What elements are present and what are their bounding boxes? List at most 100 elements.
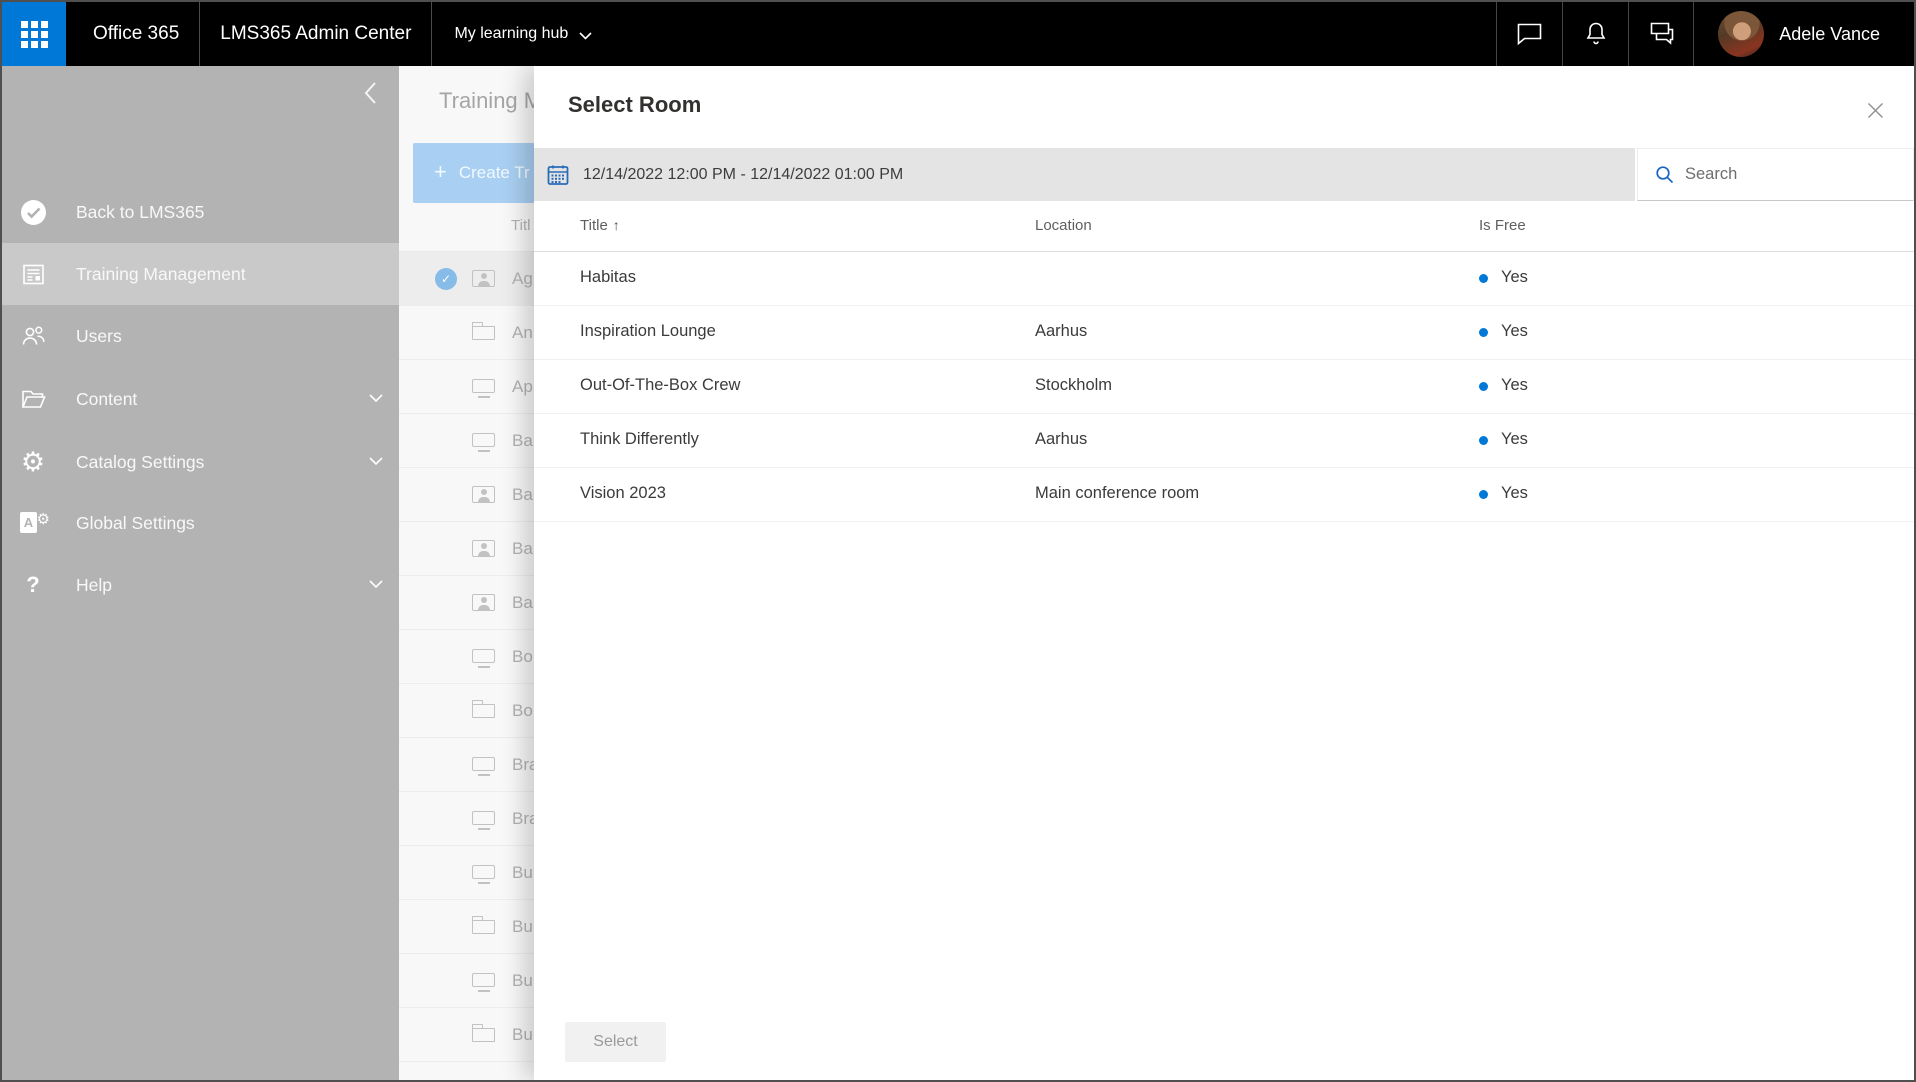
close-icon [1868, 103, 1883, 118]
item-type-icon [472, 865, 495, 884]
date-range-value: 12/14/2022 12:00 PM - 12/14/2022 01:00 P… [583, 165, 904, 183]
chevron-down-icon [369, 580, 383, 589]
dialog-title: Select Room [568, 92, 702, 117]
item-type-icon [472, 757, 495, 776]
item-label-fragment: Bu [512, 863, 533, 882]
selected-check-icon: ✓ [435, 268, 457, 290]
room-title: Out-Of-The-Box Crew [580, 376, 741, 394]
chevron-down-icon [579, 31, 592, 40]
column-header-title[interactable]: Title ↑ [580, 217, 620, 234]
item-label-fragment: Ba [512, 539, 533, 558]
room-row[interactable]: Habitas Yes [534, 252, 1914, 306]
free-status-dot [1479, 327, 1488, 337]
sidebar-item-training-management[interactable]: Training Management [2, 243, 399, 305]
app-window: Office 365 LMS365 Admin Center My learni… [0, 0, 1916, 1082]
help-icon: ? [26, 572, 40, 597]
sidebar-collapse-button[interactable] [355, 78, 385, 108]
item-type-icon [472, 379, 495, 398]
free-status-dot [1479, 489, 1488, 499]
back-check-icon [18, 199, 48, 226]
chevron-down-icon [369, 457, 383, 466]
chat-button[interactable] [1496, 2, 1562, 66]
select-room-dialog: Select Room 12/14/2022 12:00 PM - 12/14/… [534, 66, 1914, 1080]
item-type-icon [471, 916, 495, 934]
room-isfree: Yes [1479, 484, 1528, 503]
sidebar-item-back-to-lms365[interactable]: Back to LMS365 [2, 181, 399, 243]
dialog-toolbar: 12/14/2022 12:00 PM - 12/14/2022 01:00 P… [534, 148, 1914, 201]
item-label-fragment: Bo [512, 701, 533, 720]
sidebar: Back to LMS365 Training Management Users… [2, 66, 399, 1080]
item-type-icon [472, 540, 495, 557]
sort-ascending-icon: ↑ [612, 217, 620, 233]
office365-link[interactable]: Office 365 [66, 23, 199, 45]
free-status-dot [1479, 435, 1488, 445]
sidebar-item-label: Help [76, 574, 112, 595]
room-location: Aarhus [1035, 322, 1088, 340]
sidebar-item-content[interactable]: Content [2, 368, 399, 430]
item-type-icon [472, 433, 495, 452]
room-row[interactable]: Think Differently Aarhus Yes [534, 414, 1914, 468]
item-label-fragment: Ag [512, 269, 533, 288]
room-row[interactable]: Inspiration Lounge Aarhus Yes [534, 306, 1914, 360]
item-type-icon [471, 1024, 495, 1042]
admin-center-link[interactable]: LMS365 Admin Center [200, 23, 431, 45]
item-type-icon [472, 649, 495, 668]
item-type-icon [472, 594, 495, 611]
item-type-icon [472, 973, 495, 992]
room-location: Stockholm [1035, 376, 1113, 394]
global-settings-icon: A ⚙ [18, 510, 50, 535]
item-type-icon [471, 700, 495, 718]
page-title: Training M [439, 88, 543, 113]
sidebar-item-users[interactable]: Users [2, 305, 399, 367]
plus-icon: + [434, 159, 447, 184]
sidebar-item-label: Users [76, 325, 122, 346]
select-button[interactable]: Select [565, 1022, 666, 1062]
item-type-icon [471, 322, 495, 340]
create-training-button[interactable]: + Create Tr [413, 143, 535, 203]
hub-dropdown[interactable]: My learning hub [432, 25, 614, 43]
feedback-icon [1650, 22, 1674, 45]
room-location: Main conference room [1035, 484, 1200, 502]
room-row[interactable]: Out-Of-The-Box Crew Stockholm Yes [534, 360, 1914, 414]
hub-label: My learning hub [454, 25, 569, 42]
item-label-fragment: An [512, 323, 533, 342]
column-header-isfree[interactable]: Is Free [1479, 217, 1526, 234]
sidebar-item-help[interactable]: ? Help [2, 554, 399, 616]
rooms-table-header: Title ↑ Location Is Free [534, 202, 1914, 252]
room-title: Habitas [580, 268, 636, 286]
item-label-fragment: Ap [512, 377, 533, 396]
user-name[interactable]: Adele Vance [1764, 24, 1914, 45]
bell-icon [1586, 22, 1606, 44]
item-label-fragment: Bu [512, 971, 533, 990]
free-status-dot [1479, 273, 1488, 283]
item-type-icon [472, 811, 495, 830]
sidebar-item-label: Catalog Settings [76, 451, 205, 472]
app-launcher-button[interactable] [2, 2, 66, 66]
item-label-fragment: Ba [512, 593, 533, 612]
calendar-icon [547, 165, 569, 185]
avatar[interactable] [1718, 11, 1765, 57]
chat-icon [1517, 23, 1542, 46]
date-range-picker[interactable]: 12/14/2022 12:00 PM - 12/14/2022 01:00 P… [534, 148, 1635, 201]
room-title: Think Differently [580, 430, 699, 448]
room-isfree: Yes [1479, 322, 1528, 341]
search-input[interactable] [1685, 165, 1885, 184]
chevron-down-icon [369, 394, 383, 403]
users-icon [18, 323, 48, 349]
item-label-fragment: Bo [512, 647, 533, 666]
notifications-button[interactable] [1562, 2, 1628, 66]
search-icon [1656, 166, 1674, 184]
feedback-button[interactable] [1628, 2, 1695, 66]
item-type-icon [472, 270, 495, 287]
room-row[interactable]: Vision 2023 Main conference room Yes [534, 468, 1914, 522]
item-type-icon [472, 486, 495, 503]
sidebar-item-label: Content [76, 388, 138, 409]
folder-icon [18, 387, 48, 411]
column-header-location[interactable]: Location [1035, 217, 1092, 234]
item-label-fragment: Bu [512, 917, 533, 936]
close-button[interactable] [1863, 98, 1888, 126]
sidebar-item-global-settings[interactable]: A ⚙ Global Settings [2, 492, 399, 554]
sidebar-item-label: Global Settings [76, 512, 195, 533]
sidebar-item-catalog-settings[interactable]: ⚙ Catalog Settings [2, 431, 399, 493]
item-label-fragment: Bu [512, 1025, 533, 1044]
